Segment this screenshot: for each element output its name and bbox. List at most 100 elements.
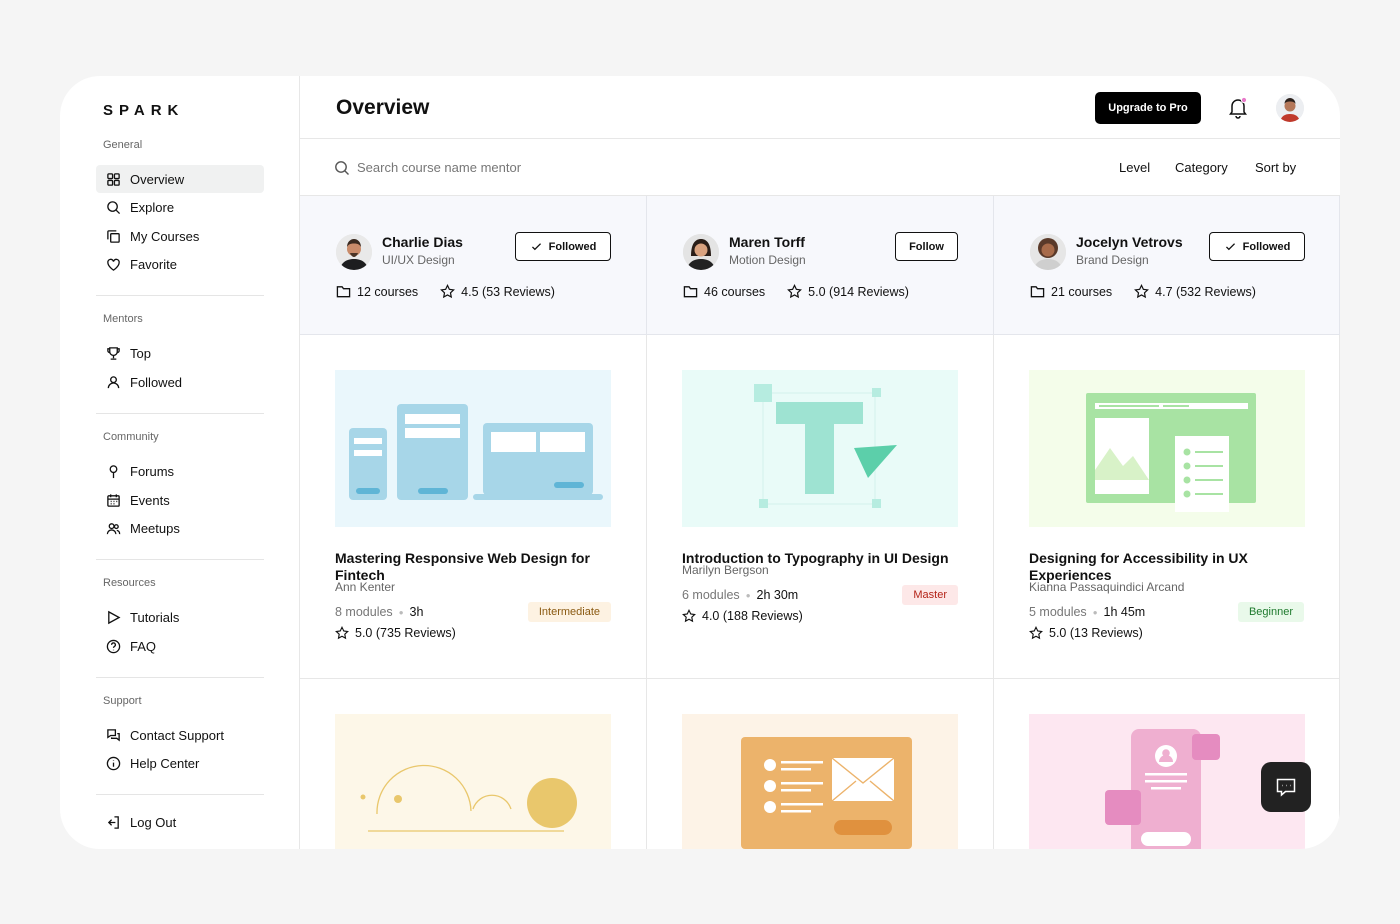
folder-icon bbox=[1030, 286, 1045, 298]
pin-icon bbox=[109, 464, 118, 478]
course-mentor: Ann Kenter bbox=[335, 580, 396, 594]
rating-value: 5.0 bbox=[355, 626, 373, 640]
course-meta: 5 modules ● 1h 45m bbox=[1029, 605, 1145, 619]
sidebar-item-label: My Courses bbox=[130, 228, 200, 244]
user-icon bbox=[107, 375, 120, 388]
mentor-name: Jocelyn Vetrovs bbox=[1076, 234, 1183, 250]
sidebar-item-events[interactable]: Events bbox=[96, 486, 264, 514]
page-title: Overview bbox=[336, 96, 430, 119]
sidebar-item-label: Forums bbox=[130, 463, 175, 479]
app-window: SPARK General Overview Explore My Course… bbox=[60, 76, 1340, 849]
course-card[interactable]: Introduction to Typography in UI Design … bbox=[647, 335, 994, 679]
sidebar-item-favorite[interactable]: Favorite bbox=[96, 250, 264, 278]
section-title-general: General bbox=[103, 139, 143, 151]
course-rating: 5.0 (13 Reviews) bbox=[1029, 626, 1143, 640]
upgrade-button[interactable]: Upgrade to Pro bbox=[1095, 92, 1201, 124]
star-icon bbox=[1029, 626, 1043, 640]
check-icon bbox=[531, 243, 541, 251]
chat-widget-button[interactable] bbox=[1261, 762, 1311, 812]
star-icon bbox=[1134, 284, 1150, 299]
notification-bell-icon[interactable] bbox=[1226, 95, 1250, 119]
sidebar-item-label: Followed bbox=[130, 374, 183, 390]
rating-value: 5.0 bbox=[1049, 626, 1067, 640]
course-duration: 2h 30m bbox=[756, 588, 799, 602]
mentor-card[interactable]: Charlie Dias UI/UX Design Followed 12 co… bbox=[300, 196, 647, 335]
sidebar-item-label: Meetups bbox=[130, 520, 180, 536]
folder-icon bbox=[683, 286, 698, 298]
filter-category[interactable]: Category bbox=[1175, 160, 1228, 175]
course-modules: 8 modules bbox=[335, 605, 393, 619]
mentor-role: Brand Design bbox=[1076, 253, 1149, 267]
course-thumbnail bbox=[1029, 370, 1305, 527]
info-icon bbox=[106, 756, 121, 770]
heart-icon bbox=[107, 258, 120, 271]
section-title-support: Support bbox=[103, 695, 142, 707]
mentor-reviews: (532 Reviews) bbox=[1176, 284, 1256, 299]
course-card[interactable]: Mastering Responsive Web Design for Fint… bbox=[300, 335, 647, 679]
section-title-resources: Resources bbox=[103, 577, 156, 589]
course-duration: 3h bbox=[409, 605, 424, 619]
course-thumbnail bbox=[335, 714, 611, 849]
course-title[interactable]: Mastering Responsive Web Design for Fint… bbox=[335, 550, 611, 584]
followed-button[interactable]: Followed bbox=[515, 232, 611, 261]
mentor-card[interactable]: Maren Torff Motion Design Follow 46 cour… bbox=[647, 196, 994, 335]
sidebar-item-tutorials[interactable]: Tutorials bbox=[96, 603, 264, 631]
search-input[interactable]: Search course name mentor bbox=[357, 160, 521, 175]
sidebar-item-label: Contact Support bbox=[130, 727, 224, 743]
mentor-reviews: (53 Reviews) bbox=[482, 284, 555, 299]
course-rating: 4.0 (188 Reviews) bbox=[682, 609, 803, 623]
rating-value: 4.0 bbox=[702, 609, 720, 623]
sidebar-item-top[interactable]: Top bbox=[96, 339, 264, 367]
rating-reviews: (188 Reviews) bbox=[722, 609, 803, 623]
sidebar-item-overview[interactable]: Overview bbox=[96, 165, 264, 193]
chat-icon bbox=[107, 728, 120, 742]
filter-level[interactable]: Level bbox=[1119, 160, 1150, 175]
search-icon bbox=[335, 161, 349, 175]
sidebar-item-followed[interactable]: Followed bbox=[96, 368, 264, 396]
divider bbox=[96, 677, 264, 678]
sidebar-item-explore[interactable]: Explore bbox=[96, 193, 264, 221]
separator-dot: ● bbox=[745, 590, 751, 600]
main-content: Overview Upgrade to Pro Search course na… bbox=[300, 76, 1340, 849]
sidebar-item-label: Events bbox=[130, 492, 170, 508]
course-card[interactable] bbox=[647, 679, 994, 849]
sidebar-item-meetups[interactable]: Meetups bbox=[96, 514, 264, 542]
follow-label: Followed bbox=[548, 240, 597, 253]
course-duration: 1h 45m bbox=[1103, 605, 1146, 619]
sidebar-item-label: Overview bbox=[130, 171, 185, 187]
mentor-stats: 21 courses 4.7 (532 Reviews) bbox=[1030, 284, 1278, 299]
rating-reviews: (13 Reviews) bbox=[1069, 626, 1143, 640]
sidebar-item-help-center[interactable]: Help Center bbox=[96, 749, 264, 777]
sidebar-item-label: FAQ bbox=[130, 638, 157, 654]
logout-button[interactable]: Log Out bbox=[96, 808, 264, 836]
level-badge: Beginner bbox=[1237, 602, 1304, 622]
mentor-card[interactable]: Jocelyn Vetrovs Brand Design Followed 21… bbox=[994, 196, 1340, 335]
course-card[interactable]: Designing for Accessibility in UX Experi… bbox=[994, 335, 1340, 679]
section-title-community: Community bbox=[103, 431, 159, 443]
course-modules: 5 modules bbox=[1029, 605, 1087, 619]
user-avatar[interactable] bbox=[1276, 94, 1304, 122]
course-mentor: Kianna Passaquindici Arcand bbox=[1029, 580, 1185, 594]
followed-button[interactable]: Followed bbox=[1209, 232, 1305, 261]
section-title-mentors: Mentors bbox=[103, 313, 143, 325]
filter-sort-by[interactable]: Sort by bbox=[1255, 160, 1296, 175]
course-title[interactable]: Designing for Accessibility in UX Experi… bbox=[1029, 550, 1305, 584]
sidebar-item-label: Tutorials bbox=[130, 609, 180, 625]
play-icon bbox=[108, 610, 121, 624]
check-icon bbox=[1225, 243, 1235, 251]
sidebar-item-faq[interactable]: FAQ bbox=[96, 632, 264, 660]
sidebar-item-label: Favorite bbox=[130, 256, 177, 272]
mentor-reviews: (914 Reviews) bbox=[829, 284, 909, 299]
sidebar-item-my-courses[interactable]: My Courses bbox=[96, 222, 264, 250]
star-icon bbox=[440, 284, 456, 299]
sidebar-item-label: Help Center bbox=[130, 755, 200, 771]
sidebar-item-forums[interactable]: Forums bbox=[96, 457, 264, 485]
header: Overview Upgrade to Pro bbox=[300, 76, 1340, 139]
follow-button[interactable]: Follow bbox=[895, 232, 958, 261]
sidebar-item-contact-support[interactable]: Contact Support bbox=[96, 721, 264, 749]
course-meta: 8 modules ● 3h bbox=[335, 605, 423, 619]
course-card[interactable] bbox=[300, 679, 647, 849]
level-badge: Intermediate bbox=[527, 602, 611, 622]
mentor-role: Motion Design bbox=[729, 253, 806, 267]
sidebar-item-label: Top bbox=[130, 345, 151, 361]
